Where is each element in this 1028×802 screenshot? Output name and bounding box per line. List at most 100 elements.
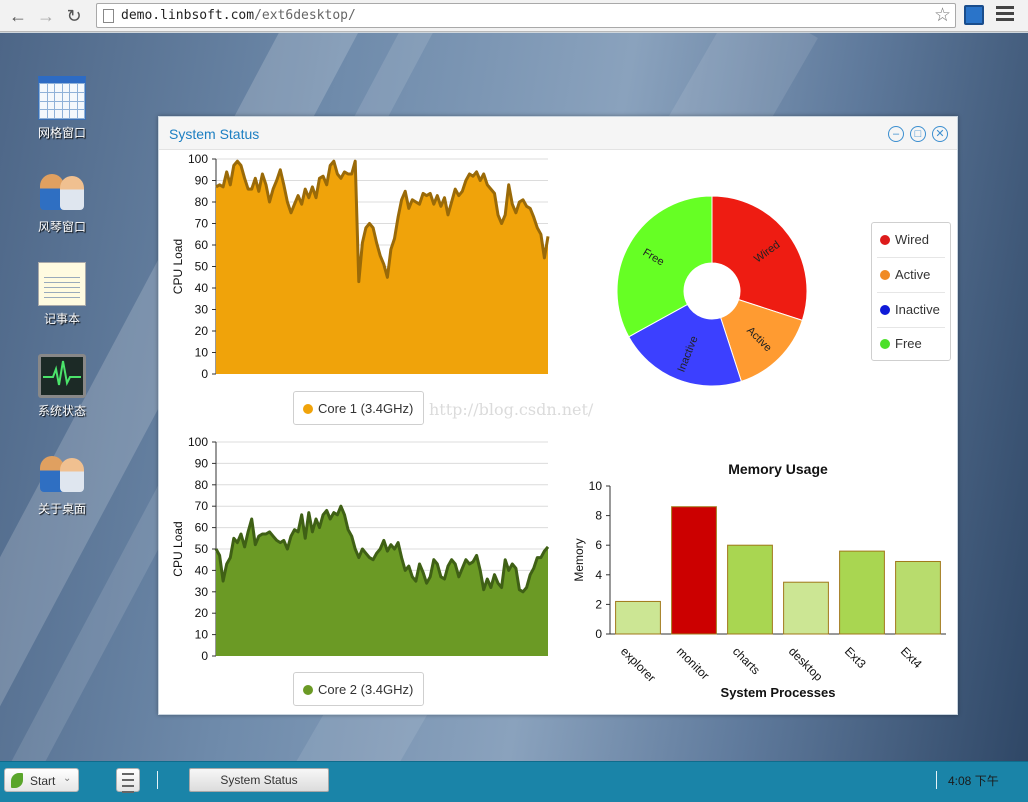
maximize-icon[interactable]: □	[910, 126, 926, 142]
desktop-icon-grid-window[interactable]: 网格窗口	[26, 76, 98, 141]
y-tick-label: 50	[195, 260, 209, 274]
desktop-icon-notepad[interactable]: 记事本	[26, 262, 98, 327]
legend-item[interactable]: Core 2 (3.4GHz)	[303, 682, 413, 697]
desktop-icon-about-desktop[interactable]: 关于桌面	[26, 452, 98, 517]
start-label: Start	[30, 774, 56, 788]
y-tick-label: 20	[195, 606, 209, 620]
window-header[interactable]: System Status – □ ✕	[159, 117, 957, 150]
y-tick-label: 30	[195, 585, 209, 599]
bar	[839, 550, 885, 635]
taskbar-separator	[936, 771, 937, 789]
page-icon	[103, 9, 114, 23]
charts-canvas: 0 10 20 30 40 50 60 70 80 90 100 CPU Load 0 10 20 30 40 5…	[171, 152, 946, 700]
legend-dot	[303, 685, 313, 695]
system-status-icon	[38, 354, 86, 398]
y-tick-label: 90	[195, 174, 209, 188]
desktop-icon-accordion-window[interactable]: 风琴窗口	[26, 170, 98, 235]
legend-item-active[interactable]: Active	[880, 267, 930, 282]
y-tick-label: 4	[595, 568, 602, 582]
legend-item[interactable]: Core 1 (3.4GHz)	[303, 401, 413, 416]
bar	[895, 560, 941, 635]
browser-toolbar: ← → ↻ demo.linbsoft.com/ext6desktop/ ☆	[0, 0, 1028, 32]
reload-icon[interactable]: ↻	[62, 4, 86, 28]
legend-divider	[877, 327, 945, 328]
url-text: demo.linbsoft.com/ext6desktop/	[121, 8, 356, 23]
y-tick-label: 30	[195, 303, 209, 317]
y-tick-label: 20	[195, 324, 209, 338]
cpu-area	[216, 161, 548, 374]
y-tick-label: 50	[195, 542, 209, 556]
bar	[671, 506, 717, 635]
legend-item-free[interactable]: Free	[880, 336, 922, 351]
y-tick-label: 80	[195, 478, 209, 492]
chevron-down-icon: ⌄	[63, 773, 72, 784]
y-tick-label: 60	[195, 238, 209, 252]
start-button[interactable]: Start ⌄	[4, 768, 79, 792]
legend-dot	[303, 404, 313, 414]
y-tick-label: 0	[201, 649, 208, 663]
y-tick-label: 70	[195, 217, 209, 231]
y-tick-label: 80	[195, 195, 209, 209]
notepad-icon	[38, 262, 86, 306]
y-axis-title: CPU Load	[171, 521, 185, 576]
x-tick-label: monitor	[674, 644, 712, 682]
cpu2-legend: Core 2 (3.4GHz)	[293, 672, 424, 706]
start-leaf-icon	[11, 773, 23, 788]
x-tick-label: explorer	[618, 644, 659, 685]
grid-window-icon	[38, 76, 86, 120]
y-tick-label: 40	[195, 281, 209, 295]
browser-menu-icon[interactable]	[996, 6, 1014, 24]
desktop: 网格窗口 风琴窗口 记事本 系统状态 关于桌面 System Status –	[0, 33, 1028, 761]
y-tick-label: 2	[595, 597, 602, 611]
extension-icon[interactable]	[964, 5, 984, 25]
clock: 4:08 下午	[948, 774, 999, 788]
desktop-icon-label: 系统状态	[37, 404, 86, 418]
address-bar[interactable]: demo.linbsoft.com/ext6desktop/ ☆	[96, 3, 956, 28]
y-tick-label: 90	[195, 456, 209, 470]
legend-label: Active	[895, 267, 931, 282]
y-tick-label: 100	[188, 435, 208, 449]
legend-label: Inactive	[895, 302, 940, 317]
minimize-icon[interactable]: –	[888, 126, 904, 142]
legend-label: Wired	[895, 232, 929, 247]
y-tick-label: 100	[188, 152, 208, 166]
taskbar: Start ⌄ System Status 4:08 下午	[0, 761, 1028, 802]
y-axis-title: CPU Load	[171, 239, 185, 294]
cpu1-legend: Core 1 (3.4GHz)	[293, 391, 424, 425]
y-axis-title: Memory	[572, 538, 586, 581]
bookmark-star-icon[interactable]: ☆	[934, 4, 951, 27]
chart-title: Memory Usage	[728, 461, 828, 477]
desktop-icon-system-status[interactable]: 系统状态	[26, 354, 98, 419]
back-icon[interactable]: ←	[6, 4, 30, 28]
x-tick-label: Ext4	[898, 644, 925, 671]
y-tick-label: 10	[195, 628, 209, 642]
taskbar-window-button[interactable]: System Status	[189, 768, 329, 792]
system-status-window[interactable]: System Status – □ ✕ 0 10 20 30 40 50 60 70 80 90 1…	[158, 116, 958, 715]
y-tick-label: 0	[595, 627, 602, 641]
pie-legend: Wired Active Inactive Free	[871, 222, 951, 361]
legend-dot	[880, 305, 890, 315]
legend-label: Core 1 (3.4GHz)	[318, 401, 414, 416]
legend-dot	[880, 235, 890, 245]
bar	[727, 544, 773, 635]
x-tick-label: charts	[730, 644, 763, 677]
legend-divider	[877, 292, 945, 293]
bar	[783, 581, 829, 635]
x-tick-label: desktop	[786, 644, 826, 684]
forward-icon[interactable]: →	[34, 4, 58, 28]
legend-dot	[880, 339, 890, 349]
watermark: http://blog.csdn.net/	[429, 400, 594, 419]
desktop-icon-label: 风琴窗口	[37, 220, 86, 234]
accordion-window-icon	[38, 170, 86, 214]
x-axis-title: System Processes	[721, 685, 836, 700]
desktop-icon-label: 关于桌面	[37, 502, 86, 516]
legend-divider	[877, 257, 945, 258]
legend-item-wired[interactable]: Wired	[880, 232, 929, 247]
quickstart-list-button[interactable]	[116, 768, 140, 793]
close-icon[interactable]: ✕	[932, 126, 948, 142]
y-tick-label: 40	[195, 563, 209, 577]
y-tick-label: 10	[589, 479, 603, 493]
legend-item-inactive[interactable]: Inactive	[880, 302, 940, 317]
y-tick-label: 8	[595, 509, 602, 523]
legend-label: Free	[895, 336, 922, 351]
